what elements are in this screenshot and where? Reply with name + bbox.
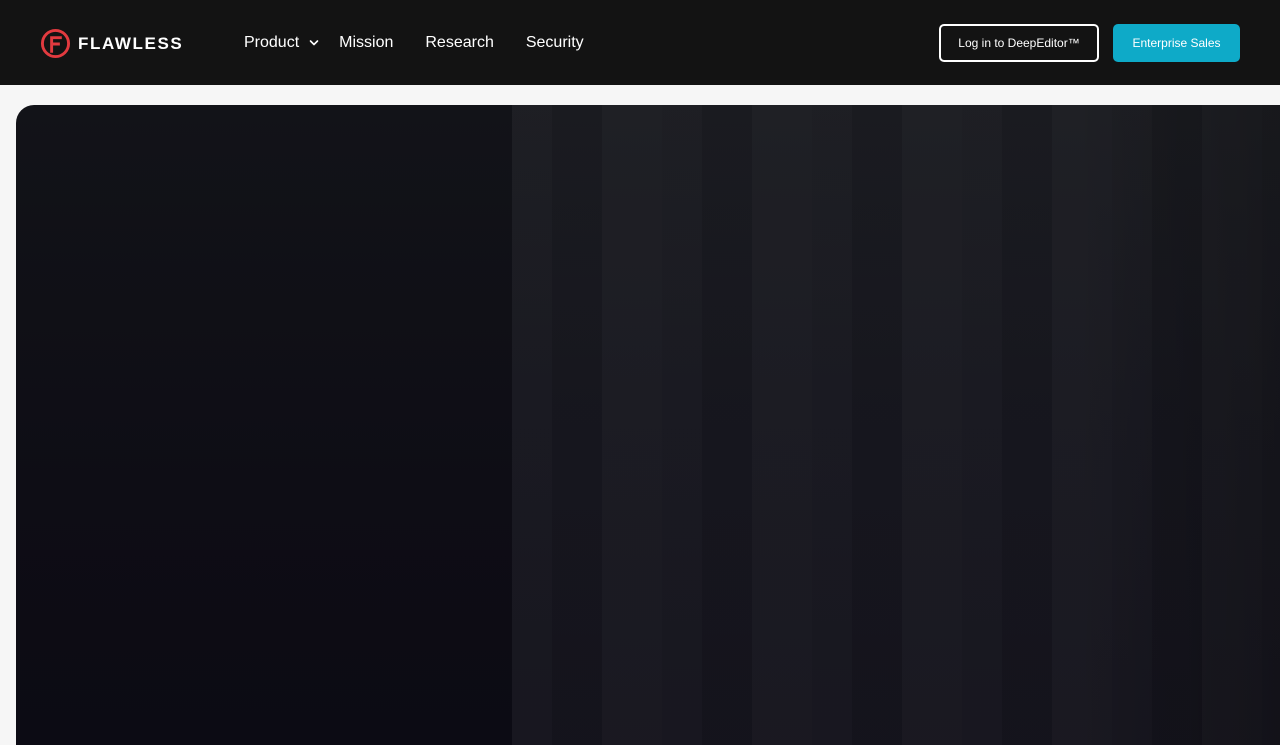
flawless-logo-icon (40, 28, 71, 58)
nav-item-research[interactable]: Research (425, 0, 493, 85)
site-header: FLAWLESS Product Mission Research Securi… (0, 0, 1280, 85)
nav-item-label: Mission (339, 33, 394, 51)
nav-item-label: Product (244, 33, 300, 51)
login-button[interactable]: Log in to DeepEditor™ (939, 24, 1099, 62)
enterprise-sales-button[interactable]: Enterprise Sales (1113, 24, 1240, 62)
chevron-down-icon (309, 39, 319, 45)
hero-media (512, 105, 1280, 745)
brand-name: FLAWLESS (78, 33, 184, 53)
nav-item-product[interactable]: Product (244, 0, 319, 85)
nav-item-label: Research (425, 33, 494, 51)
main-nav: Product Mission Research Security (244, 0, 584, 85)
logo-link[interactable]: FLAWLESS (40, 27, 183, 59)
nav-item-label: Security (525, 33, 584, 51)
nav-item-mission[interactable]: Mission (339, 0, 393, 85)
hero-section (16, 105, 1280, 745)
nav-item-security[interactable]: Security (526, 0, 584, 85)
